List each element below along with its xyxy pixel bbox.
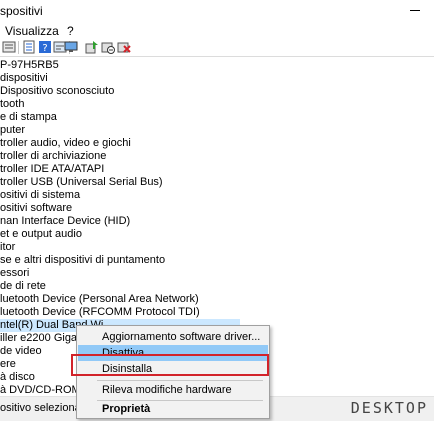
window-title: spositivi (0, 4, 43, 18)
properties-icon[interactable] (22, 40, 36, 54)
minimize-icon[interactable] (406, 2, 424, 18)
menu-item-properties[interactable]: Proprietà (78, 401, 268, 417)
tree-item[interactable]: ositivi di sistema (0, 189, 80, 202)
menu-separator (97, 380, 263, 381)
tree-item[interactable]: luetooth Device (Personal Area Network) (0, 293, 199, 306)
tree-item[interactable]: ositivi software (0, 202, 72, 215)
tree-item[interactable]: troller audio, video e giochi (0, 137, 131, 150)
uninstall-device-icon[interactable] (117, 40, 131, 54)
disable-device-icon[interactable] (101, 40, 115, 54)
tree-item[interactable]: de video (0, 345, 42, 358)
menu-item-label: Rileva modifiche hardware (102, 384, 232, 396)
help-icon[interactable]: ? (38, 40, 52, 54)
toolbar-separator (18, 41, 19, 54)
tree-item[interactable]: troller IDE ATA/ATAPI (0, 163, 104, 176)
monitor-icon[interactable] (64, 40, 78, 54)
tree-item[interactable]: essori (0, 267, 29, 280)
toolbar: ? (0, 40, 434, 57)
tree-item[interactable]: dispositivi (0, 72, 48, 85)
tree-item[interactable]: troller USB (Universal Serial Bus) (0, 176, 163, 189)
tree-item[interactable]: puter (0, 124, 25, 137)
menu-item-label: Aggiornamento software driver... (102, 331, 261, 343)
menu-visualizza[interactable]: Visualizza (5, 24, 59, 38)
menu-item-update-driver[interactable]: Aggiornamento software driver... (78, 329, 268, 345)
menu-bar: Visualizza ? (0, 22, 434, 40)
tree-item[interactable]: et e output audio (0, 228, 82, 241)
tree-view-icon[interactable] (2, 40, 16, 54)
tree-item[interactable]: troller di archiviazione (0, 150, 106, 163)
tree-item[interactable]: e di stampa (0, 111, 57, 124)
tree-item[interactable]: tooth (0, 98, 24, 111)
menu-item-scan-hardware[interactable]: Rileva modifiche hardware (78, 382, 268, 398)
tree-item[interactable]: de di rete (0, 280, 46, 293)
menu-help[interactable]: ? (67, 24, 74, 38)
tree-item[interactable]: à disco (0, 371, 35, 384)
tree-item[interactable]: luetooth Device (RFCOMM Protocol TDI) (0, 306, 200, 319)
tree-item[interactable]: Dispositivo sconosciuto (0, 85, 114, 98)
watermark: DESKTOP (350, 399, 428, 417)
tree-item[interactable]: nan Interface Device (HID) (0, 215, 130, 228)
svg-text:?: ? (42, 43, 47, 54)
tree-item[interactable]: itor (0, 241, 15, 254)
tree-item[interactable]: se e altri dispositivi di puntamento (0, 254, 165, 267)
update-driver-icon[interactable] (85, 40, 99, 54)
tree-item[interactable]: ere (0, 358, 16, 371)
highlight-annotation (71, 354, 269, 376)
menu-item-label: Proprietà (102, 403, 151, 415)
title-bar: spositivi (0, 0, 434, 22)
tree-root[interactable]: P-97H5RB5 (0, 59, 59, 72)
